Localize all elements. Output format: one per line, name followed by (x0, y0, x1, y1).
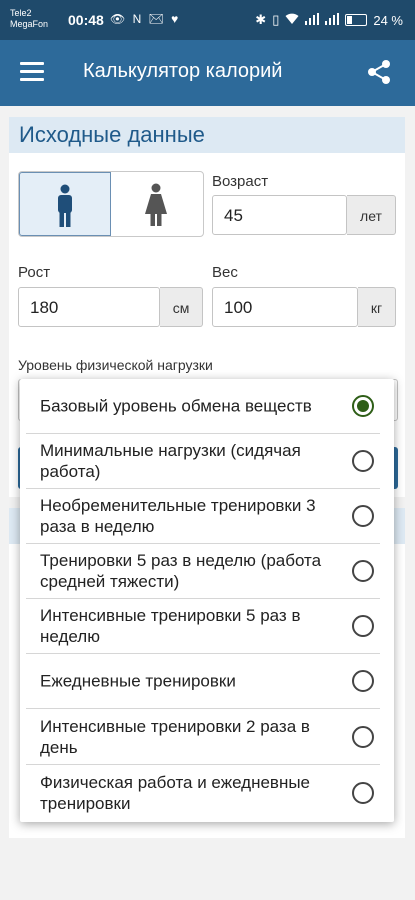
option-label: Минимальные нагрузки (сидячая работа) (40, 441, 301, 481)
height-unit: см (160, 287, 203, 327)
activity-label: Уровень физической нагрузки (18, 357, 213, 373)
male-icon (58, 184, 72, 227)
share-icon[interactable] (365, 58, 393, 86)
height-label: Рост (18, 264, 51, 281)
activity-option[interactable]: Тренировки 5 раз в неделю (работа средне… (26, 544, 380, 599)
age-input[interactable]: 45 (212, 195, 347, 235)
activity-option[interactable]: Минимальные нагрузки (сидячая работа) (26, 434, 380, 489)
activity-option[interactable]: Необременительные тренировки 3 раза в не… (26, 489, 380, 544)
option-label: Базовый уровень обмена веществ (40, 396, 312, 416)
app-title: Калькулятор калорий (83, 60, 283, 82)
option-label: Ежедневные тренировки (40, 671, 236, 691)
carrier-info: Tele2 MegaFon (10, 8, 48, 30)
system-nav-bar (0, 850, 415, 900)
weight-label: Вес (212, 264, 238, 281)
option-label: Необременительные тренировки 3 раза в не… (40, 496, 316, 536)
hamburger-menu-icon[interactable] (20, 62, 44, 82)
system-indicators: ✱ ▯ 24 % (255, 12, 403, 28)
notification-icons: 👁 N ✉ ♥ (110, 12, 181, 26)
vibrate-icon: ▯ (272, 12, 280, 27)
activity-dropdown: Базовый уровень обмена веществ Минимальн… (20, 379, 394, 822)
male-option[interactable] (19, 172, 111, 236)
option-label: Интенсивные тренировки 5 раз в неделю (40, 606, 301, 646)
age-unit: лет (347, 195, 396, 235)
radio-icon[interactable] (352, 505, 374, 527)
age-label: Возраст (212, 173, 269, 190)
option-label: Физическая работа и ежедневные тренировк… (40, 773, 311, 813)
activity-option[interactable]: Базовый уровень обмена веществ (26, 379, 380, 434)
battery-icon (345, 14, 368, 26)
clock: 00:48 (68, 12, 104, 28)
section-title: Исходные данные (9, 117, 405, 153)
radio-icon[interactable] (352, 782, 374, 804)
wifi-icon (285, 13, 299, 28)
battery-level: 24 % (373, 12, 403, 28)
app-bar: Калькулятор калорий (0, 40, 415, 106)
signal-icon (305, 12, 320, 28)
activity-option[interactable]: Ежедневные тренировки (26, 654, 380, 709)
activity-option[interactable]: Физическая работа и ежедневные тренировк… (26, 766, 380, 820)
activity-option[interactable]: Интенсивные тренировки 5 раз в неделю (26, 599, 380, 654)
carrier-2: MegaFon (10, 19, 49, 29)
option-label: Тренировки 5 раз в неделю (работа средне… (40, 551, 322, 591)
radio-icon[interactable] (352, 615, 374, 637)
signal-icon-2 (325, 12, 340, 28)
weight-input[interactable]: 100 (212, 287, 358, 327)
carrier-1: Tele2 (10, 8, 32, 18)
activity-option[interactable]: Интенсивные тренировки 2 раза в день (26, 710, 380, 765)
radio-icon[interactable] (352, 450, 374, 472)
radio-icon[interactable] (352, 560, 374, 582)
option-label: Интенсивные тренировки 2 раза в день (40, 717, 310, 757)
female-option[interactable] (111, 172, 202, 234)
female-icon (145, 183, 167, 226)
bluetooth-icon: ✱ (255, 12, 267, 27)
status-bar: Tele2 MegaFon 00:48 👁 N ✉ ♥ ✱ ▯ 24 % (0, 0, 415, 40)
sex-selector (18, 171, 204, 237)
height-input[interactable]: 180 (18, 287, 160, 327)
weight-unit: кг (358, 287, 396, 327)
radio-selected-icon[interactable] (352, 395, 374, 417)
radio-icon[interactable] (352, 670, 374, 692)
radio-icon[interactable] (352, 726, 374, 748)
